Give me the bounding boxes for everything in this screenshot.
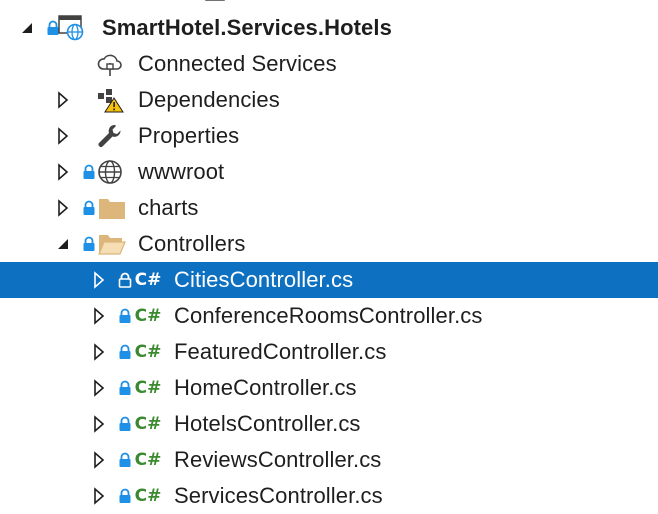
charts-node[interactable]: charts <box>0 190 658 226</box>
expanded-arrow-icon[interactable] <box>56 234 70 254</box>
project-node[interactable]: SmartHotel.Services.Hotels <box>0 10 658 46</box>
dependencies-label: Dependencies <box>138 87 280 112</box>
csharp-file-icon: C# <box>134 414 162 434</box>
lock-icon <box>119 380 131 395</box>
file-name: HotelsController.cs <box>174 411 361 436</box>
csharp-file-icon: C# <box>134 342 162 362</box>
file-row[interactable]: C# ConferenceRoomsController.cs <box>0 298 658 334</box>
file-row[interactable]: C# FeaturedController.cs <box>0 334 658 370</box>
csharp-file-icon: C# <box>134 378 162 398</box>
lock-icon <box>83 200 95 215</box>
file-name: FeaturedController.cs <box>174 339 387 364</box>
controllers-node[interactable]: Controllers <box>0 226 658 262</box>
dependencies-node[interactable]: Dependencies <box>0 82 658 118</box>
csharp-file-icon: C# <box>134 270 162 290</box>
collapsed-arrow-icon[interactable] <box>92 270 106 290</box>
properties-label: Properties <box>138 123 240 148</box>
file-row[interactable]: C# ServicesController.cs <box>0 478 658 514</box>
wwwroot-label: wwwroot <box>138 159 225 184</box>
partial-icon <box>205 0 225 1</box>
dependencies-icon <box>98 89 124 113</box>
file-name: CitiesController.cs <box>174 267 354 292</box>
web-project-icon <box>58 15 84 41</box>
file-row[interactable]: C# HotelsController.cs <box>0 406 658 442</box>
folder-icon <box>99 199 125 219</box>
properties-node[interactable]: Properties <box>0 118 658 154</box>
collapsed-arrow-icon[interactable] <box>56 90 70 110</box>
collapsed-arrow-icon[interactable] <box>92 378 106 398</box>
file-row[interactable]: C# HomeController.cs <box>0 370 658 406</box>
csharp-file-icon: C# <box>134 450 162 470</box>
controllers-label: Controllers <box>138 231 246 256</box>
collapsed-arrow-icon[interactable] <box>92 414 106 434</box>
file-row[interactable]: C# CitiesController.cs <box>0 262 658 298</box>
globe-icon <box>98 160 122 184</box>
file-name: ServicesController.cs <box>174 483 383 508</box>
connected-services-icon <box>97 54 122 76</box>
wrench-icon <box>98 124 121 147</box>
project-name: SmartHotel.Services.Hotels <box>102 15 392 40</box>
collapsed-arrow-icon[interactable] <box>92 306 106 326</box>
collapsed-arrow-icon[interactable] <box>92 450 106 470</box>
charts-label: charts <box>138 195 199 220</box>
collapsed-arrow-icon[interactable] <box>92 342 106 362</box>
lock-icon <box>118 272 132 288</box>
lock-icon <box>119 488 131 503</box>
lock-icon <box>119 308 131 323</box>
lock-icon <box>83 164 95 179</box>
lock-icon <box>83 236 95 251</box>
lock-icon <box>119 452 131 467</box>
collapsed-arrow-icon[interactable] <box>56 198 70 218</box>
collapsed-arrow-icon[interactable] <box>56 126 70 146</box>
file-row[interactable]: C# ReviewsController.cs <box>0 442 658 478</box>
collapsed-arrow-icon[interactable] <box>56 162 70 182</box>
file-name: ConferenceRoomsController.cs <box>174 303 483 328</box>
lock-icon <box>119 344 131 359</box>
wwwroot-node[interactable]: wwwroot <box>0 154 658 190</box>
csharp-file-icon: C# <box>134 486 162 506</box>
open-folder-icon <box>98 235 126 255</box>
file-name: ReviewsController.cs <box>174 447 382 472</box>
solution-explorer-tree: SmartHotel.Services.Hotels Connected Ser… <box>0 0 658 513</box>
csharp-file-icon: C# <box>134 306 162 326</box>
file-name: HomeController.cs <box>174 375 357 400</box>
lock-icon <box>119 416 131 431</box>
connected-services-label: Connected Services <box>138 51 337 76</box>
collapsed-arrow-icon[interactable] <box>92 486 106 506</box>
expanded-arrow-icon[interactable] <box>20 18 34 38</box>
connected-services-node[interactable]: Connected Services <box>0 46 658 82</box>
